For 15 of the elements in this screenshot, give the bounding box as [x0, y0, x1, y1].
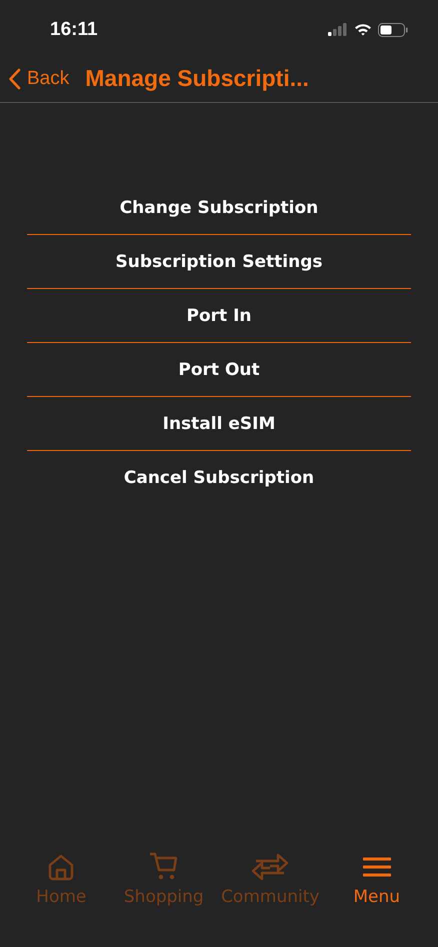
status-time: 16:11: [50, 18, 98, 40]
list-option[interactable]: Install eSIM: [27, 397, 411, 451]
wifi-icon: [354, 23, 372, 36]
signal-icon: [328, 23, 348, 36]
swap-arrows-icon: [250, 851, 290, 883]
list-option[interactable]: Port In: [27, 289, 411, 343]
battery-icon: [378, 22, 408, 36]
list-option[interactable]: Port Out: [27, 343, 411, 397]
back-button[interactable]: Back: [8, 68, 70, 90]
list-option[interactable]: Change Subscription: [27, 181, 411, 235]
list-option[interactable]: Cancel Subscription: [27, 451, 411, 505]
chevron-left-icon: [8, 68, 21, 90]
list-option[interactable]: Subscription Settings: [27, 235, 411, 289]
page-title: Manage Subscripti...: [85, 65, 309, 92]
tab-item[interactable]: Menu: [325, 837, 428, 917]
